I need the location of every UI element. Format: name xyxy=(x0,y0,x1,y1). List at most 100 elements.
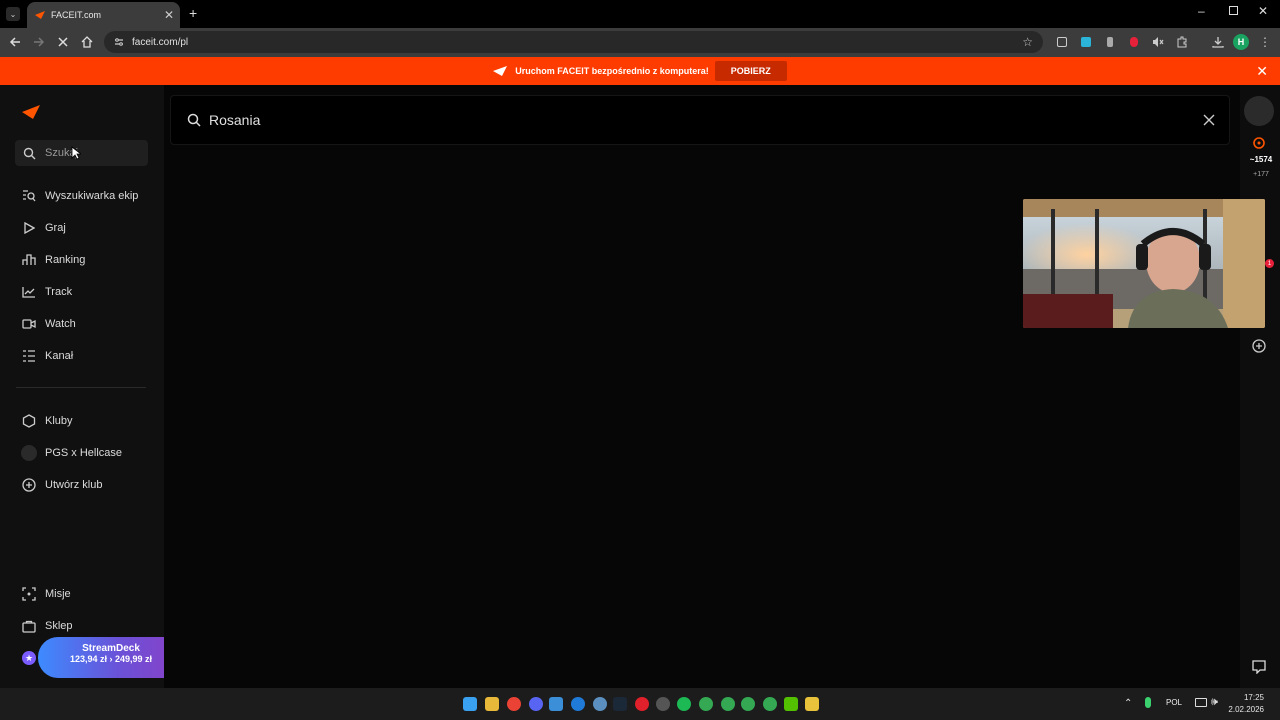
sidebar-item-feed[interactable]: Kanał xyxy=(20,346,73,366)
chrome-profile-icon-2[interactable] xyxy=(721,697,735,711)
mute-icon[interactable] xyxy=(1150,34,1166,50)
extension-icon-2[interactable] xyxy=(1078,34,1094,50)
watch-icon xyxy=(20,315,38,333)
global-search-bar[interactable]: Rosania xyxy=(170,95,1230,145)
download-icon[interactable] xyxy=(1210,34,1226,50)
os-taskbar: ⌃ POL 🕪 17:25 2.02.2026 xyxy=(0,688,1280,720)
file-explorer-icon[interactable] xyxy=(485,697,499,711)
tab-search-button[interactable]: ⌄ xyxy=(6,7,20,21)
chrome-icon[interactable] xyxy=(507,697,521,711)
sidebar-item-label: Watch xyxy=(45,318,76,330)
address-bar[interactable]: faceit.com/pl ☆ xyxy=(104,31,1043,53)
chrome-profile-icon-1[interactable] xyxy=(699,697,713,711)
display-icon[interactable] xyxy=(1195,698,1207,707)
banner-close-icon[interactable]: ✕ xyxy=(1256,63,1268,80)
home-icon[interactable] xyxy=(79,34,95,50)
sidebar-item-label: Wyszukiwarka ekip xyxy=(45,190,139,202)
clock-date: 2.02.2026 xyxy=(1228,705,1264,714)
promo-prices: 123,94 zł › 249,99 zł xyxy=(38,654,184,664)
streamdeck-promo[interactable]: StreamDeck 123,94 zł › 249,99 zł xyxy=(38,637,184,678)
promo-new-price: 249,99 zł xyxy=(115,654,153,664)
app-icon-6[interactable] xyxy=(571,697,585,711)
search-input[interactable]: Rosania xyxy=(209,112,1203,128)
club-avatar xyxy=(20,444,38,462)
app-icon-5[interactable] xyxy=(549,697,563,711)
browser-tab[interactable]: FACEIT.com ✕ xyxy=(27,2,180,28)
promo-old-price: 123,94 zł xyxy=(69,654,107,664)
search-icon xyxy=(187,113,201,127)
sidebar-item-watch[interactable]: Watch xyxy=(20,314,76,334)
shop-icon xyxy=(20,617,38,635)
forward-icon[interactable] xyxy=(31,34,47,50)
faceit-logo[interactable] xyxy=(22,105,40,119)
download-button[interactable]: POBIERZ xyxy=(714,61,787,81)
arrow-icon: › xyxy=(109,654,113,664)
new-tab-button[interactable]: + xyxy=(189,5,197,21)
windows-start-icon[interactable] xyxy=(463,697,477,711)
sidebar-item-shop[interactable]: Sklep xyxy=(20,616,73,636)
sidebar-search[interactable]: Szukaj xyxy=(15,140,148,166)
window-close-icon[interactable]: ✕ xyxy=(1258,4,1268,18)
url-text: faceit.com/pl xyxy=(132,36,189,48)
star-badge-icon: ★ xyxy=(22,651,36,665)
app-icon-17[interactable] xyxy=(805,697,819,711)
tab-close-icon[interactable]: ✕ xyxy=(164,8,174,22)
app-icon-7[interactable] xyxy=(593,697,607,711)
add-friend-icon[interactable] xyxy=(1252,339,1266,353)
volume-icon[interactable]: 🕪 xyxy=(1211,696,1218,709)
sidebar-item-label: Track xyxy=(45,286,73,298)
extensions-puzzle-icon[interactable] xyxy=(1174,34,1190,50)
sidebar-item-ranking[interactable]: Ranking xyxy=(20,250,85,270)
sidebar-item-track[interactable]: Track xyxy=(20,282,72,302)
tray-chevron-icon[interactable]: ⌃ xyxy=(1124,698,1132,709)
stop-loading-icon[interactable] xyxy=(55,34,71,50)
extension-icon-3[interactable] xyxy=(1102,34,1118,50)
elo-value: ~1574 xyxy=(1249,155,1273,164)
back-icon[interactable] xyxy=(7,34,23,50)
clubs-icon xyxy=(20,412,38,430)
browser-tab-strip: ⌄ FACEIT.com ✕ + – ✕ xyxy=(0,0,1280,28)
app-icon-9[interactable] xyxy=(635,697,649,711)
sidebar-item-create-club[interactable]: Utwórz klub xyxy=(20,475,102,495)
minimize-icon[interactable]: – xyxy=(1198,4,1205,18)
feed-icon xyxy=(20,347,38,365)
restore-icon[interactable] xyxy=(1229,6,1238,15)
webcam-overlay xyxy=(1023,199,1265,328)
clock-time: 17:25 xyxy=(1243,693,1264,702)
microphone-icon[interactable] xyxy=(1145,697,1151,708)
discord-icon[interactable] xyxy=(529,697,543,711)
app-icon-10[interactable] xyxy=(656,697,670,711)
sidebar-item-team-finder[interactable]: Wyszukiwarka ekip xyxy=(20,186,138,206)
promo-title: StreamDeck xyxy=(82,643,140,654)
sidebar-item-missions[interactable]: Misje xyxy=(20,584,71,604)
faceit-logo-icon xyxy=(493,66,508,76)
bookmark-star-icon[interactable]: ☆ xyxy=(1022,35,1033,49)
tab-title: FACEIT.com xyxy=(51,10,102,20)
sidebar-item-clubs[interactable]: Kluby xyxy=(20,411,73,431)
sidebar-item-label: Graj xyxy=(45,222,66,234)
elo-delta: +177 xyxy=(1253,171,1269,178)
extension-icon-4[interactable] xyxy=(1126,34,1142,50)
sidebar-item-club-pgs[interactable]: PGS x Hellcase xyxy=(20,443,122,463)
chrome-profile-icon-3[interactable] xyxy=(741,697,755,711)
app-icon-16[interactable] xyxy=(784,697,798,711)
spotify-icon[interactable] xyxy=(677,697,691,711)
clear-search-icon[interactable] xyxy=(1203,114,1215,126)
track-icon xyxy=(20,283,38,301)
team-search-icon xyxy=(20,187,38,205)
browser-menu-icon[interactable]: ⋮ xyxy=(1257,34,1273,50)
taskbar-clock[interactable]: 17:25 2.02.2026 xyxy=(1228,692,1264,716)
language-indicator[interactable]: POL xyxy=(1166,698,1182,707)
profile-avatar[interactable]: H xyxy=(1233,34,1249,50)
sidebar-item-play[interactable]: Graj xyxy=(20,218,66,238)
add-circle-icon xyxy=(20,476,38,494)
extension-icon-1[interactable] xyxy=(1054,34,1070,50)
chrome-profile-icon-4[interactable] xyxy=(763,697,777,711)
chat-icon[interactable] xyxy=(1252,660,1266,674)
sidebar-divider xyxy=(16,387,146,388)
play-icon xyxy=(20,219,38,237)
user-avatar[interactable] xyxy=(1244,96,1274,126)
steam-icon[interactable] xyxy=(613,697,627,711)
site-info-icon[interactable] xyxy=(114,37,124,47)
search-icon xyxy=(23,147,36,160)
